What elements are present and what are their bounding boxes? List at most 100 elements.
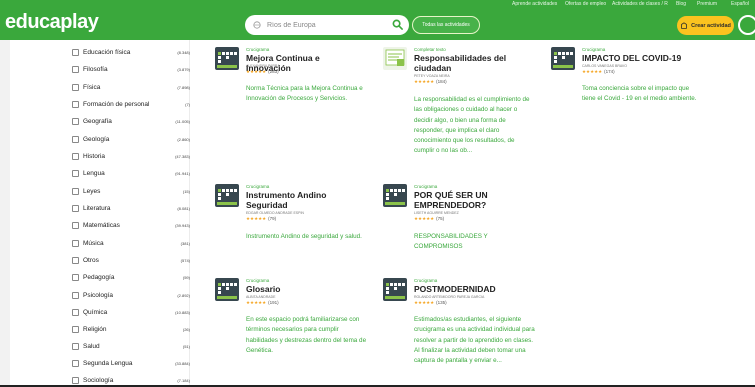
category-checkbox[interactable] <box>72 342 79 350</box>
activity-author[interactable]: PETEY VOAZA NEIRA <box>414 74 450 78</box>
category-checkbox[interactable] <box>72 359 79 367</box>
category-item[interactable]: Música (381) <box>72 238 190 248</box>
category-label: Literatura <box>83 204 111 212</box>
educaplay-logo[interactable]: educaplay <box>5 11 99 34</box>
activity-type: Crucigrama <box>414 278 438 283</box>
top-link[interactable]: Premium <box>697 1 717 7</box>
category-item[interactable]: Literatura (8.081) <box>72 203 190 213</box>
category-checkbox[interactable] <box>72 221 79 229</box>
category-item[interactable]: Química (10.883) <box>72 307 190 317</box>
category-item[interactable]: Historia (47.383) <box>72 151 190 161</box>
activity-card[interactable]: Crucigrama POSTMODERNIDAD ROLANDO ARTEMI… <box>383 278 535 383</box>
top-link[interactable]: Blog <box>676 1 686 7</box>
activity-author[interactable]: ALBITA ANDRADE <box>246 295 276 299</box>
activity-description: Instrumento Andino de seguridad y salud. <box>246 233 362 240</box>
category-count: (59) <box>182 275 190 280</box>
category-label: Geología <box>83 135 110 143</box>
activity-author[interactable]: ALEXANDRA PARRA <box>246 64 280 68</box>
category-item[interactable]: Leyes (15) <box>72 186 190 196</box>
rating-count: (79) <box>268 216 277 221</box>
activity-type: Completar texto <box>414 47 446 52</box>
category-item[interactable]: Segunda Lengua (33.884) <box>72 358 190 368</box>
category-checkbox[interactable] <box>72 308 79 316</box>
category-label: Religión <box>83 325 107 333</box>
activity-title[interactable]: POSTMODERNIDAD <box>414 284 534 294</box>
category-label: Lengua <box>83 169 105 177</box>
rating-count: (174) <box>604 69 615 74</box>
category-label: Historia <box>83 152 106 160</box>
category-item[interactable]: Geografía (11.005) <box>72 116 190 126</box>
category-item[interactable]: Formación de personal (7) <box>72 99 190 109</box>
activity-title[interactable]: Instrumento Andino Seguridad <box>246 190 366 210</box>
category-item[interactable]: Educación física (8.348) <box>72 47 190 57</box>
category-item[interactable]: Salud (51) <box>72 341 190 351</box>
category-checkbox[interactable] <box>72 273 79 281</box>
activity-author[interactable]: EDGAR OLMEDO ANDRADE ESPIN <box>246 211 304 215</box>
create-icon <box>681 21 687 29</box>
activity-author[interactable]: LISETH AGUIRRE MENDEZ <box>414 211 459 215</box>
category-item[interactable]: Psicología (2.892) <box>72 290 190 300</box>
category-checkbox[interactable] <box>72 169 79 177</box>
create-activity-button[interactable]: Crear actividad <box>677 16 734 35</box>
activity-author[interactable]: CARLOS VANEGAS BRAVO <box>582 64 627 68</box>
rating-stars-icon: ★★★★★ <box>246 300 267 305</box>
search-input[interactable] <box>245 15 409 35</box>
activity-description: Estimados/as estudiantes, el siguiente c… <box>414 316 535 365</box>
top-link[interactable]: Ofertas de empleo <box>565 1 606 7</box>
fill-text-thumbnail-icon <box>383 47 407 70</box>
category-checkbox[interactable] <box>72 325 79 333</box>
activity-card[interactable]: Crucigrama POR QUÉ SER UN EMPRENDEDOR? L… <box>383 184 533 254</box>
activity-title[interactable]: Responsabilidades del ciudadan <box>414 53 534 73</box>
category-count: (47.383) <box>175 154 190 159</box>
category-checkbox[interactable] <box>72 48 79 56</box>
category-item[interactable]: Filosofía (3.879) <box>72 64 190 74</box>
user-avatar[interactable] <box>738 15 755 35</box>
category-label: Matemáticas <box>83 221 120 229</box>
activity-filter-dropdown[interactable]: Todas las actividades <box>412 16 480 34</box>
activity-card[interactable]: Crucigrama IMPACTO DEL COVID-19 CARLOS V… <box>551 47 701 127</box>
category-item[interactable]: Otros (574) <box>72 255 190 265</box>
category-checkbox[interactable] <box>72 100 79 108</box>
activity-author[interactable]: ROLANDO ARTEMIDORO PAREJA GARCIA <box>414 295 484 299</box>
activity-rating: ★★★★★ (79) <box>246 216 276 222</box>
activity-type: Crucigrama <box>246 184 270 189</box>
category-item[interactable]: Física (7.898) <box>72 82 190 92</box>
category-count: (7) <box>185 102 190 107</box>
category-item[interactable]: Matemáticas (39.943) <box>72 220 190 230</box>
category-checkbox[interactable] <box>72 187 79 195</box>
category-count: (33.884) <box>175 361 190 366</box>
activity-card[interactable]: Completar texto Responsabilidades del ci… <box>383 47 533 162</box>
category-checkbox[interactable] <box>72 152 79 160</box>
category-item[interactable]: Geología (2.860) <box>72 134 190 144</box>
category-checkbox[interactable] <box>72 291 79 299</box>
activity-type: Crucigrama <box>414 184 438 189</box>
category-checkbox[interactable] <box>72 83 79 91</box>
category-item[interactable]: Pedagogía (59) <box>72 272 190 282</box>
category-checkbox[interactable] <box>72 256 79 264</box>
rating-stars-icon: ★★★★★ <box>582 69 603 74</box>
activity-card[interactable]: Crucigrama Instrumento Andino Seguridad … <box>215 184 365 254</box>
top-link[interactable]: Aprende actividades <box>512 1 557 7</box>
top-link[interactable]: Actividades de clases / R <box>612 1 668 7</box>
category-count: (574) <box>180 258 190 263</box>
category-checkbox[interactable] <box>72 135 79 143</box>
category-label: Psicología <box>83 291 113 299</box>
category-checkbox[interactable] <box>72 65 79 73</box>
category-item[interactable]: Religión (26) <box>72 324 190 334</box>
category-checkbox[interactable] <box>72 239 79 247</box>
activity-rating: ★★★★★ (184) <box>414 79 447 85</box>
activity-card[interactable]: Crucigrama Glosario ALBITA ANDRADE ★★★★★… <box>215 278 366 368</box>
top-link[interactable]: Español <box>731 1 749 7</box>
activity-title[interactable]: POR QUÉ SER UN EMPRENDEDOR? <box>414 190 534 210</box>
category-checkbox[interactable] <box>72 117 79 125</box>
activity-card[interactable]: Crucigrama Mejora Continua e Innovación … <box>215 47 365 127</box>
activity-title[interactable]: Glosario <box>246 284 366 294</box>
category-item[interactable]: Lengua (91.941) <box>72 168 190 178</box>
category-item[interactable]: Sociología (7.184) <box>72 375 190 385</box>
category-checkbox[interactable] <box>72 376 79 384</box>
category-label: Educación física <box>83 48 131 56</box>
category-count: (381) <box>180 241 190 246</box>
search-icon[interactable] <box>392 19 403 30</box>
activity-title[interactable]: IMPACTO DEL COVID-19 <box>582 53 702 63</box>
category-checkbox[interactable] <box>72 204 79 212</box>
